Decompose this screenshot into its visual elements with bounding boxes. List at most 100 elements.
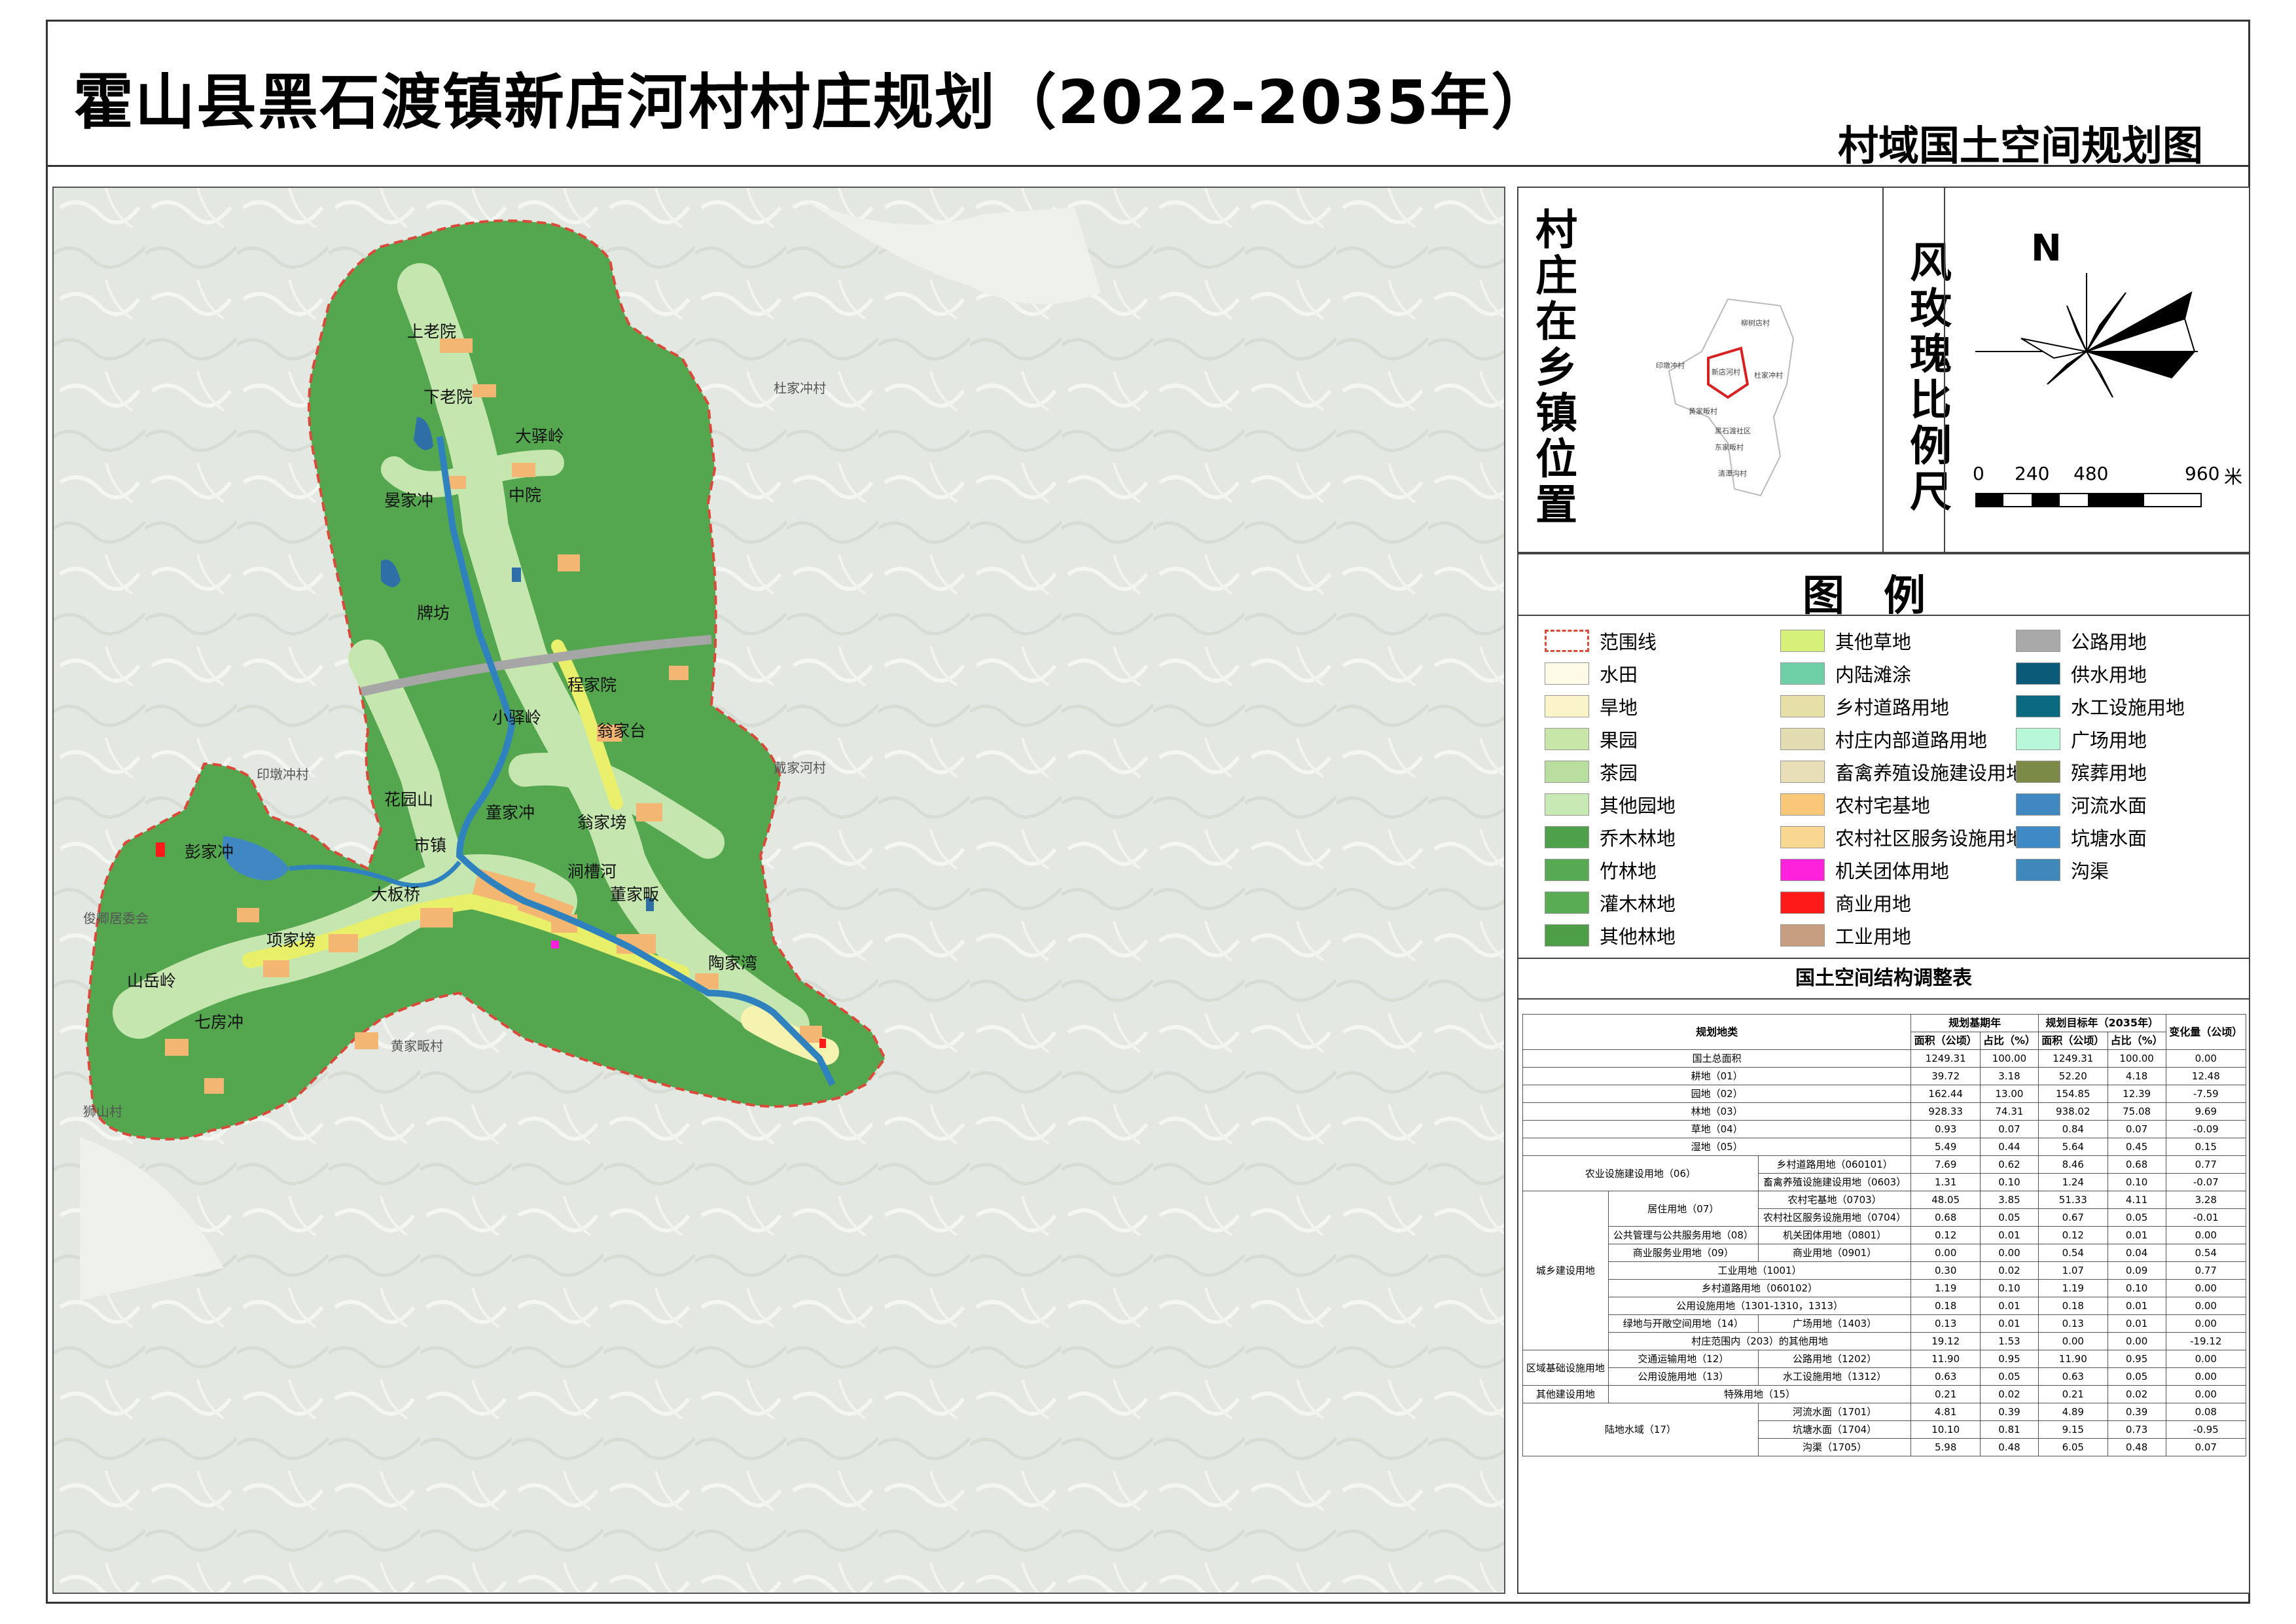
place-label: 陶家湾 <box>708 954 758 973</box>
legend-swatch <box>1545 662 1589 685</box>
table-cell: 928.33 <box>1910 1102 1981 1121</box>
table-cell: 0.63 <box>1910 1367 1981 1386</box>
scale-bar <box>1975 493 2202 507</box>
legend-swatch <box>1780 728 1825 750</box>
table-cell: 1.19 <box>2037 1279 2108 1297</box>
legend-label: 商业用地 <box>1835 893 1912 915</box>
table-cell: 0.02 <box>2107 1385 2166 1403</box>
table-cell: 1249.31 <box>1910 1049 1981 1068</box>
inset-label: 黑石渡社区 <box>1715 426 1751 435</box>
table-cell: 居住用地（07） <box>1607 1191 1759 1227</box>
table-cell: 0.54 <box>2037 1244 2108 1262</box>
legend-swatch <box>1780 924 1825 947</box>
table-cell: 74.31 <box>1980 1102 2039 1121</box>
legend-item: 工业用地 <box>1780 922 1911 948</box>
place-label: 七房冲 <box>194 1013 244 1032</box>
table-cell: 1249.31 <box>2037 1049 2108 1068</box>
table-cell: 100.00 <box>1980 1049 2039 1068</box>
table-cell: 农村社区服务设施用地（0704） <box>1757 1208 1912 1227</box>
pond <box>512 568 521 582</box>
map-subtitle: 村域国土空间规划图 <box>1837 122 2203 170</box>
table-header: 占比（%） <box>1980 1032 2039 1050</box>
legend-item: 河流水面 <box>2016 791 2147 818</box>
place-label: 童家冲 <box>486 803 535 822</box>
legend-label: 乡村道路用地 <box>1835 696 1950 719</box>
table-cell: 0.07 <box>2165 1438 2247 1456</box>
legend-swatch <box>1545 826 1589 848</box>
table-cell: 公用设施用地（13） <box>1607 1367 1759 1386</box>
table-cell: 0.13 <box>1910 1314 1981 1333</box>
table-cell: 乡村道路用地（060101） <box>1757 1155 1912 1174</box>
table-cell: 4.11 <box>2107 1191 2166 1209</box>
legend-item: 果园 <box>1545 726 1638 752</box>
table-cell: 0.21 <box>1910 1385 1981 1403</box>
legend-label: 水田 <box>1600 664 1638 686</box>
table-cell: 1.19 <box>1910 1279 1981 1297</box>
legend-label: 殡葬用地 <box>2071 762 2147 784</box>
legend-swatch <box>2016 695 2060 717</box>
legend-item: 灌木林地 <box>1545 890 1676 916</box>
legend-label: 果园 <box>1600 729 1638 751</box>
table-row: 绿地与开敞空间用地（14） 广场用地（1403） 0.13 0.01 0.13 0.01 0… <box>1523 1314 2247 1333</box>
table-cell: 工业用地（1001） <box>1607 1261 1912 1280</box>
table-row: 区域基础设施用地 交通运输用地（12） 公路用地（1202） 11.90 0.95 11.… <box>1522 1350 2247 1386</box>
legend-swatch <box>2016 793 2060 816</box>
table-cell: 3.28 <box>2165 1191 2247 1209</box>
legend-label: 茶园 <box>1600 762 1638 784</box>
legend-label: 坑塘水面 <box>2071 827 2147 850</box>
legend-item: 水田 <box>1545 660 1638 687</box>
location-inset: 村庄在乡镇位置 柳树店村 印墩冲村 新店河村 杜家冲村 黄家畈村 黑石渡社区 东… <box>1517 187 1884 553</box>
table-cell: 0.05 <box>1980 1208 2039 1227</box>
table-cell: 938.02 <box>2037 1102 2108 1121</box>
map-panel[interactable]: 上老院 下老院 大驿岭 中院 晏家冲 牌坊 程家院 小驿岭 翁家台 花园山 童家… <box>52 187 1505 1594</box>
table-cell: 陆地水域（17） <box>1522 1403 1759 1456</box>
table-cell: 园地（02） <box>1522 1085 1912 1103</box>
table-cell: 6.05 <box>2037 1438 2108 1456</box>
table-cell: 0.01 <box>2107 1297 2166 1315</box>
legend-label: 公路用地 <box>2071 631 2147 653</box>
place-label: 程家院 <box>567 676 617 695</box>
commercial-land <box>819 1039 826 1048</box>
table-cell: 0.09 <box>2107 1261 2166 1280</box>
table-cell: 机关团体用地（0801） <box>1757 1226 1912 1244</box>
table-cell: 0.54 <box>2165 1244 2247 1262</box>
neighbor-village-label: 黄家畈村 <box>391 1038 443 1054</box>
inset-title: 村庄在乡镇位置 <box>1528 208 1577 528</box>
table-cell: 3.18 <box>1980 1067 2039 1085</box>
legend-item: 内陆滩涂 <box>1780 660 1911 687</box>
table-cell: 绿地与开敞空间用地（14） <box>1607 1314 1759 1333</box>
table-row: 公用设施用地（13） 水工设施用地（1312） 0.63 0.05 0.63 0.05 0.… <box>1523 1367 2247 1386</box>
legend-swatch <box>2016 662 2060 685</box>
table-row: 公用设施用地（1301-1310，1313） 0.18 0.01 0.18 0.01 0.… <box>1523 1297 2247 1315</box>
table-cell: 10.10 <box>1910 1420 1981 1439</box>
table-cell: 0.00 <box>2165 1279 2247 1297</box>
table-cell: 0.18 <box>1910 1297 1981 1315</box>
legend-item: 范围线 <box>1545 628 1657 654</box>
wind-rose-icon <box>1975 273 2198 398</box>
table-cell: 0.05 <box>2107 1208 2166 1227</box>
legend-label: 沟渠 <box>2071 860 2109 882</box>
table-header: 面积（公顷） <box>1910 1032 1981 1050</box>
legend-label: 范围线 <box>1600 631 1657 653</box>
table-row: 国土总面积 1249.31 100.00 1249.31 100.00 0.00 <box>1522 1049 2247 1068</box>
legend-item: 机关团体用地 <box>1780 857 1949 883</box>
table-cell: -0.07 <box>2165 1173 2247 1191</box>
table-cell: -19.12 <box>2165 1332 2247 1350</box>
legend-swatch <box>1545 630 1589 652</box>
table-cell: 0.15 <box>2165 1138 2247 1156</box>
legend-swatch <box>1780 662 1825 685</box>
table-header: 规划地类 <box>1522 1014 1912 1050</box>
scale-unit: 米 <box>2224 466 2243 488</box>
legend-item: 村庄内部道路用地 <box>1780 726 1987 752</box>
table-cell: 0.21 <box>2037 1385 2108 1403</box>
compass-scale-box: 风玫瑰比例尺 N 0 240 480 960 米 <box>1882 187 2250 553</box>
scale-tick: 240 <box>2015 463 2050 484</box>
table-cell: 坑塘水面（1704） <box>1757 1420 1912 1439</box>
table-cell: 154.85 <box>2037 1085 2108 1103</box>
table-row: 草地（04） 0.93 0.07 0.84 0.07 -0.09 <box>1522 1120 2247 1138</box>
legend-swatch <box>1780 695 1825 717</box>
table-cell: 48.05 <box>1910 1191 1981 1209</box>
table-cell: 城乡建设用地 <box>1522 1191 1609 1350</box>
scale-tick: 0 <box>1973 463 1984 484</box>
table-cell: 0.00 <box>1980 1244 2039 1262</box>
